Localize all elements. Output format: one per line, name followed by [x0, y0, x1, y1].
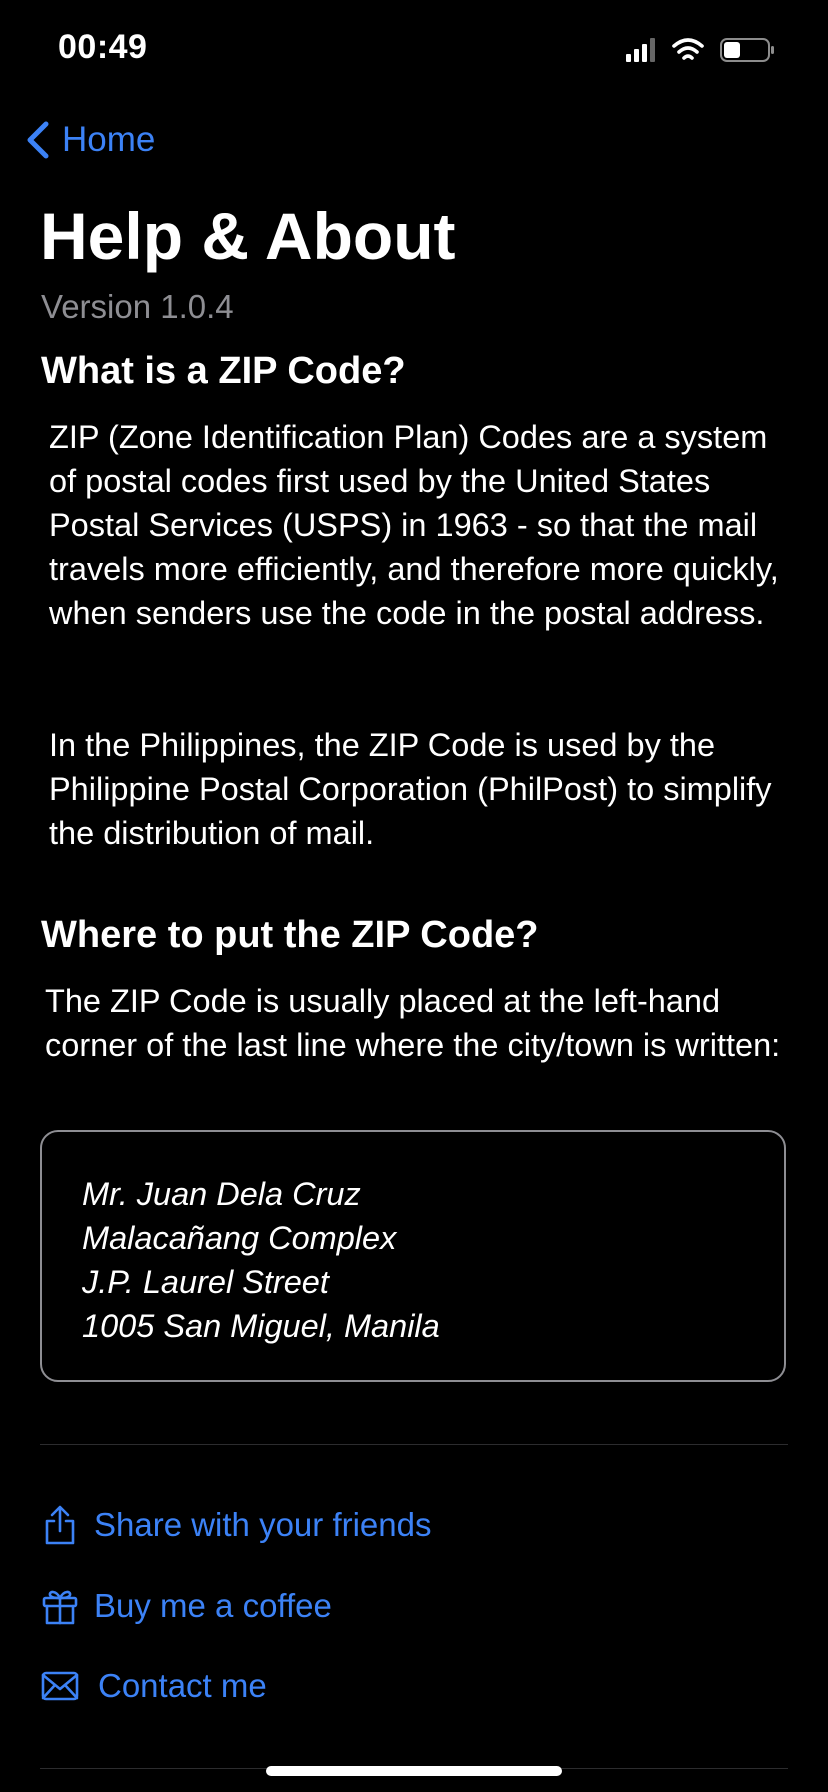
- contact-button-label: Contact me: [98, 1667, 267, 1704]
- chevron-left-icon: [27, 121, 49, 159]
- address-line-building: Malacañang Complex: [82, 1220, 397, 1256]
- status-icons: [626, 36, 796, 64]
- share-icon: [40, 1503, 80, 1547]
- section-heading-where: Where to put the ZIP Code?: [41, 914, 539, 956]
- address-line-street: J.P. Laurel Street: [82, 1264, 329, 1300]
- address-example-box: Mr. Juan Dela Cruz Malacañang Complex J.…: [40, 1130, 786, 1382]
- page-title: Help & About: [40, 199, 456, 273]
- address-line-city: 1005 San Miguel, Manila: [82, 1308, 440, 1344]
- buy-coffee-button[interactable]: Buy me a coffee: [40, 1581, 332, 1631]
- status-time: 00:49: [58, 28, 148, 66]
- status-bar: 00:49: [0, 0, 828, 100]
- version-label: Version 1.0.4: [41, 288, 234, 325]
- address-line-name: Mr. Juan Dela Cruz: [82, 1176, 361, 1212]
- share-button[interactable]: Share with your friends: [40, 1500, 432, 1550]
- buy-coffee-button-label: Buy me a coffee: [94, 1587, 332, 1624]
- share-button-label: Share with your friends: [94, 1506, 432, 1543]
- gift-icon: [40, 1584, 80, 1628]
- cellular-signal-icon: [626, 38, 655, 62]
- battery-icon: [720, 38, 774, 62]
- wifi-icon: [672, 38, 704, 60]
- zip-placement-paragraph: The ZIP Code is usually placed at the le…: [45, 983, 781, 1063]
- envelope-icon: [40, 1664, 80, 1708]
- contact-button[interactable]: Contact me: [40, 1661, 267, 1711]
- divider: [40, 1444, 788, 1445]
- back-button-label: Home: [62, 120, 156, 159]
- home-indicator[interactable]: [266, 1766, 562, 1776]
- back-button[interactable]: Home: [24, 118, 155, 162]
- philippines-zip-paragraph: In the Philippines, the ZIP Code is used…: [49, 727, 772, 851]
- zip-definition-paragraph: ZIP (Zone Identification Plan) Codes are…: [49, 419, 779, 631]
- section-heading-what: What is a ZIP Code?: [41, 350, 406, 392]
